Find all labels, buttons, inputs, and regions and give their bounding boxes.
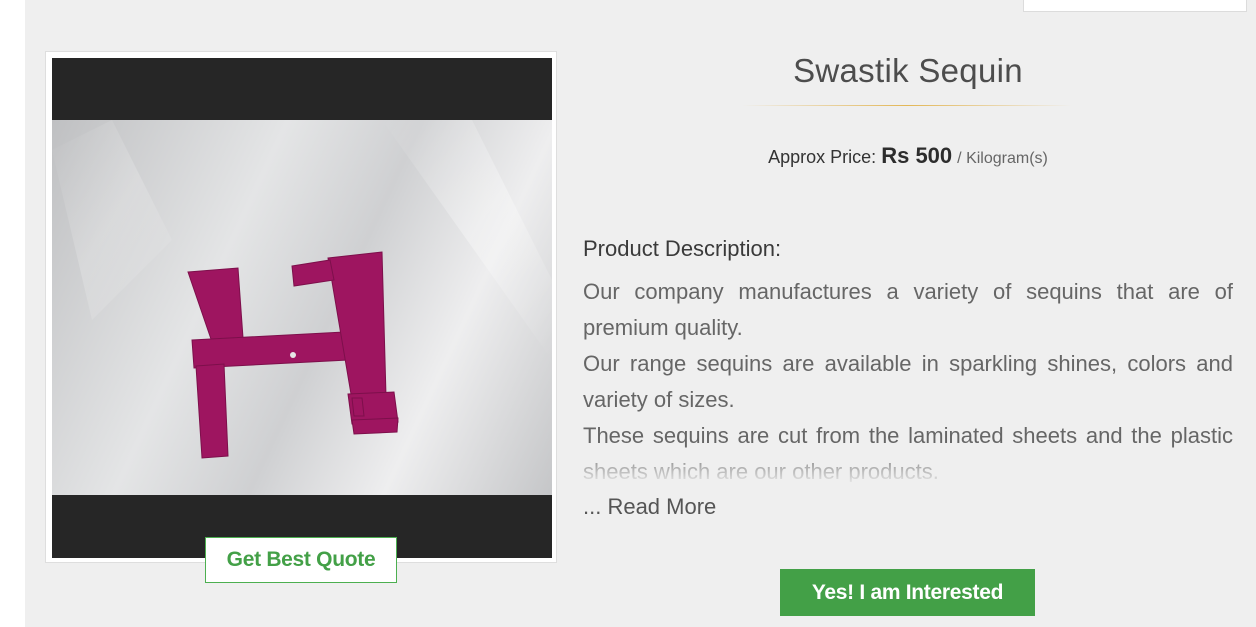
price-label: Approx Price: bbox=[768, 147, 877, 167]
yes-interested-button[interactable]: Yes! I am Interested bbox=[780, 569, 1035, 616]
title-divider bbox=[742, 105, 1072, 106]
description-fade bbox=[583, 446, 1233, 482]
description-heading: Product Description: bbox=[583, 236, 782, 261]
description-paragraph: Our company manufactures a variety of se… bbox=[583, 279, 1233, 340]
product-photo[interactable] bbox=[52, 120, 552, 495]
read-more-link[interactable]: ... Read More bbox=[583, 494, 716, 520]
swastik-sequin-image bbox=[52, 120, 552, 459]
price-row: Approx Price: Rs 500 / Kilogram(s) bbox=[583, 143, 1233, 169]
get-best-quote-button[interactable]: Get Best Quote bbox=[205, 537, 397, 583]
top-search-box[interactable] bbox=[1023, 0, 1247, 12]
product-image-frame[interactable] bbox=[45, 51, 557, 563]
description-paragraph: Our range sequins are available in spark… bbox=[583, 351, 1233, 412]
price-unit: / Kilogram(s) bbox=[957, 150, 1048, 167]
product-image-viewer bbox=[52, 58, 552, 558]
product-title: Swastik Sequin bbox=[793, 52, 1023, 89]
price-value: Rs 500 bbox=[881, 143, 953, 168]
